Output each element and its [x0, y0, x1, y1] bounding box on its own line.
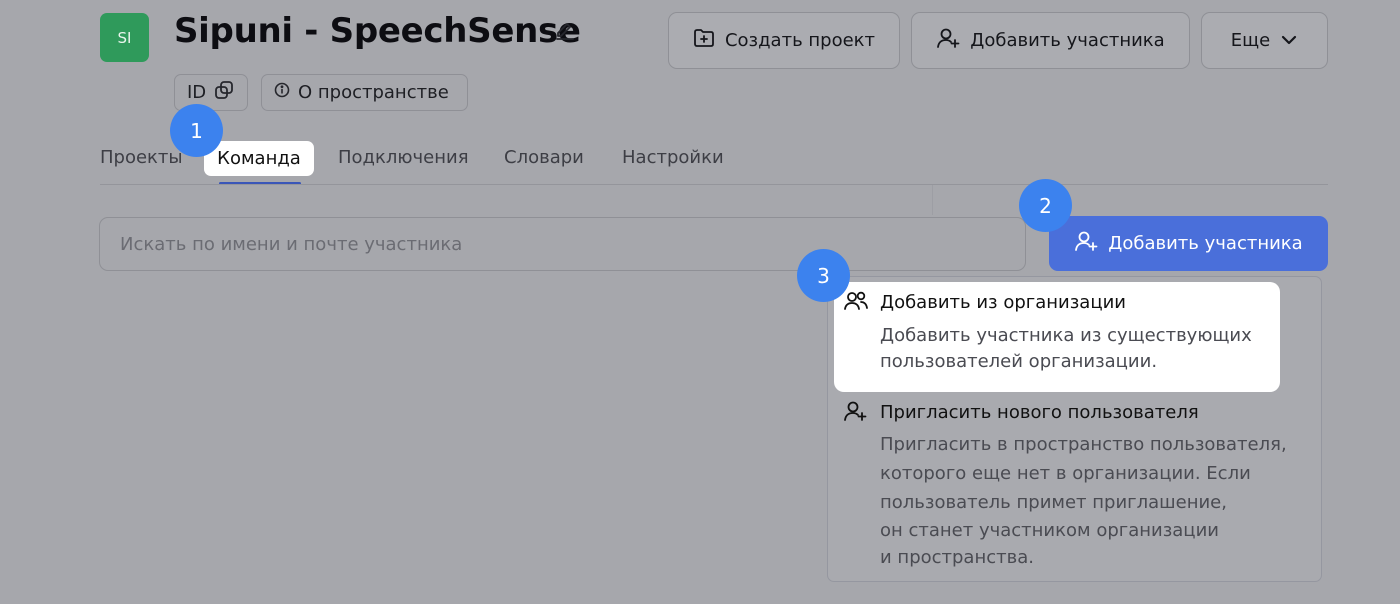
step-marker-2: 2 [1019, 179, 1072, 232]
id-label: ID [187, 82, 207, 103]
info-icon [274, 82, 290, 103]
more-button[interactable]: Еще [1201, 12, 1328, 69]
users-icon [843, 290, 869, 316]
step-marker-1: 1 [170, 104, 223, 157]
tab-dictionaries[interactable]: Словари [504, 147, 584, 168]
invite-new-user-title: Пригласить нового пользователя [880, 402, 1199, 423]
tab-projects[interactable]: Проекты [100, 147, 183, 168]
tab-connections[interactable]: Подключения [338, 147, 469, 168]
add-member-top-button[interactable]: Добавить участника [911, 12, 1190, 69]
pencil-icon[interactable] [554, 18, 576, 40]
chevron-down-icon [1280, 30, 1298, 51]
invite-desc-line: пользователь примет приглашение, [880, 492, 1227, 513]
folder-plus-icon [693, 28, 715, 53]
invite-desc-line: и пространства. [880, 547, 1034, 568]
create-project-label: Создать проект [724, 30, 876, 51]
tab-team[interactable]: Команда [204, 141, 314, 176]
copy-icon [214, 80, 234, 105]
vertical-divider [932, 185, 933, 215]
add-member-label: Добавить участника [1108, 233, 1303, 254]
add-from-org-title: Добавить из организации [880, 292, 1126, 313]
workspace-avatar: SI [100, 13, 149, 62]
add-member-top-label: Добавить участника [970, 30, 1165, 51]
user-plus-icon [936, 27, 960, 54]
step-marker-3: 3 [797, 249, 850, 302]
tab-settings[interactable]: Настройки [622, 147, 724, 168]
invite-desc-line: он станет участником организации [880, 520, 1219, 541]
page-title: Sipuni - SpeechSense [174, 11, 581, 51]
invite-desc-line: которого еще нет в организации. Если [880, 463, 1251, 484]
create-project-button[interactable]: Создать проект [668, 12, 900, 69]
user-plus-icon [1074, 230, 1098, 257]
more-label: Еще [1230, 30, 1271, 51]
add-from-org-desc-line: Добавить участника из существующих [880, 325, 1252, 346]
search-placeholder: Искать по имени и почте участника [120, 233, 463, 255]
member-search-input[interactable]: Искать по имени и почте участника [99, 217, 1026, 271]
invite-desc-line: Пригласить в пространство пользователя, [880, 434, 1287, 455]
add-from-org-desc-line: пользователей организации. [880, 351, 1158, 372]
tabs-divider [100, 184, 1328, 185]
add-member-button[interactable]: Добавить участника [1049, 216, 1328, 271]
about-space-label: О пространстве [298, 82, 449, 103]
about-space-chip[interactable]: О пространстве [261, 74, 468, 111]
